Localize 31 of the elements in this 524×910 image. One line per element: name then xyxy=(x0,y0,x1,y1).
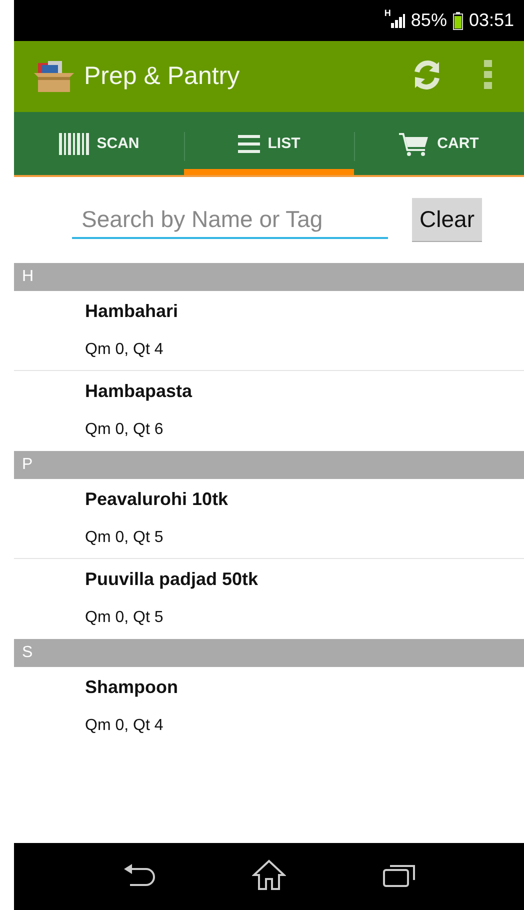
item-name[interactable]: Hambahari xyxy=(85,301,524,322)
item-name[interactable]: Peavalurohi 10tk xyxy=(85,489,524,510)
app-title: Prep & Pantry xyxy=(84,62,241,91)
section-header: P xyxy=(14,451,524,479)
section-header: S xyxy=(14,639,524,667)
tab[interactable]: SCAN xyxy=(14,112,184,175)
tab[interactable]: LIST xyxy=(184,112,354,175)
battery-icon xyxy=(452,12,463,30)
menu-icon xyxy=(484,60,492,90)
box-icon xyxy=(32,60,76,92)
item-quantities: Qm 0, Qt 4 xyxy=(85,717,164,735)
item-name[interactable]: Puuvilla padjad 50tk xyxy=(85,569,524,590)
home-icon xyxy=(252,859,286,891)
tab[interactable]: CART xyxy=(354,112,524,175)
recent-apps-icon xyxy=(382,862,416,888)
item-name[interactable]: Hambapasta xyxy=(85,381,524,402)
item-name[interactable]: Shampoon xyxy=(85,677,524,698)
network-type: H xyxy=(384,8,391,18)
list-icon xyxy=(238,134,260,152)
item-quantities: Qm 0, Qt 5 xyxy=(85,609,164,627)
item-quantities: Qm 0, Qt 4 xyxy=(85,341,164,359)
battery-percent: 85% xyxy=(410,10,447,31)
back-icon xyxy=(122,863,156,887)
cart-icon xyxy=(399,132,430,156)
clock: 03:51 xyxy=(468,10,514,31)
section-header: H xyxy=(14,263,524,291)
signal-icon xyxy=(390,14,405,28)
item-quantities: Qm 0, Qt 5 xyxy=(85,529,164,547)
clear-button[interactable]: Clear xyxy=(412,198,482,242)
item-quantities: Qm 0, Qt 6 xyxy=(85,421,164,439)
barcode-icon xyxy=(58,132,89,154)
